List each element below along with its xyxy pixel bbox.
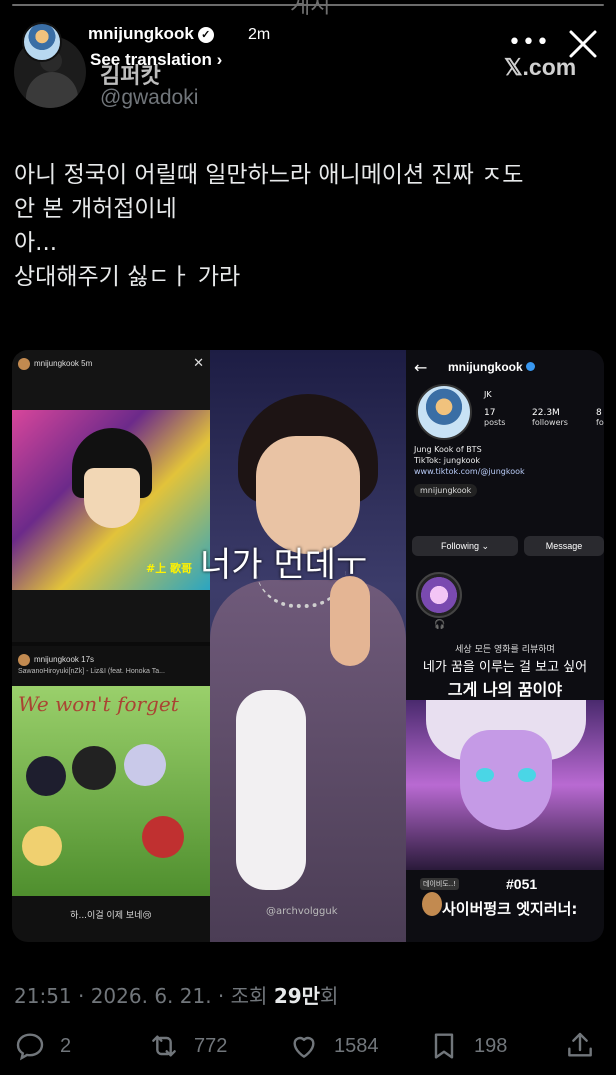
ig-display-name: JK	[484, 390, 492, 399]
story-time: 2m	[248, 26, 271, 43]
ig-avatar	[416, 384, 472, 440]
tweet-views: 29만	[273, 984, 321, 1008]
repost-button[interactable]: 772	[148, 1026, 227, 1066]
ig-bio: Jung Kook of BTS TikTok: jungkook www.ti…	[414, 445, 525, 476]
xcom-watermark: 𝕏.com	[504, 54, 577, 80]
episode-tag: 데이비도..!	[420, 878, 460, 890]
media-overlay-caption: 너가 먼데ㅜ	[200, 545, 368, 585]
headphones-icon: 🎧	[434, 620, 446, 630]
media-story-screenshot-1[interactable]: mnijungkook 5m ✕ #上 歌哥	[12, 350, 210, 642]
tweet-meta: 21:51 · 2026. 6. 21. · 조회 29만회	[14, 980, 338, 1009]
mini-story-header: mnijungkook 17s	[18, 654, 94, 666]
story-username[interactable]: mnijungkook ✓	[88, 24, 214, 44]
chevron-right-icon: ›	[216, 50, 223, 69]
bookmark-count: 198	[474, 1034, 508, 1057]
music-caption: SawanoHiroyuki[nZk] - Liz&I (feat. Honok…	[18, 668, 165, 675]
back-arrow-icon: ←	[414, 358, 428, 377]
image-overlay-text: We won't forget	[18, 692, 179, 716]
episode-title: 사이버펑크 엣지러너:	[442, 900, 578, 918]
see-translation-button[interactable]: See translation ›	[90, 50, 222, 70]
image-tag-text: #上 歌哥	[146, 562, 193, 575]
tweet-media-collage[interactable]: mnijungkook 5m ✕ #上 歌哥 mnijungkook 17s S…	[12, 350, 604, 942]
story-username-text: mnijungkook	[88, 24, 194, 43]
ig-link: www.tiktok.com/@jungkook	[414, 467, 525, 476]
tweet-text-line: 아니 정국이 어릴때 일만하느라 애니메이션 진짜 ㅈ도	[14, 162, 524, 188]
repost-count: 772	[194, 1034, 228, 1057]
like-count: 1584	[334, 1034, 379, 1057]
faded-title: 게시	[290, 0, 331, 19]
ig-username: mnijungkook	[448, 360, 535, 374]
share-icon	[568, 1032, 592, 1057]
story-avatar[interactable]	[22, 22, 62, 62]
episode-number: #051	[506, 876, 538, 892]
tweet-action-bar: 2 772 1584 198	[0, 1026, 616, 1066]
story-caption: 하...이걸 이제 보네😢	[70, 911, 152, 921]
like-button[interactable]: 1584	[288, 1026, 379, 1066]
like-icon	[293, 1036, 315, 1058]
tweet-text-line: 아...	[14, 230, 58, 256]
reply-button[interactable]: 2	[14, 1026, 71, 1066]
see-translation-label: See translation	[90, 50, 212, 69]
tweet-text-line: 상대해주기 싫ㄷㅏ 가라	[14, 264, 241, 290]
ig-highlight	[416, 572, 462, 618]
anime-group-image: We won't forget	[12, 686, 210, 896]
ig-posts-stat: 17 posts	[484, 408, 506, 427]
tweet-views-suffix: 회	[320, 984, 339, 1008]
tweet-text-line: 안 본 개허접이네	[14, 196, 177, 222]
share-button[interactable]	[564, 1026, 610, 1066]
reply-count: 2	[60, 1034, 72, 1057]
anime-character-image: #上 歌哥	[12, 410, 210, 590]
tweet-text: 아니 정국이 어릴때 일만하느라 애니메이션 진짜 ㅈ도 안 본 개허접이네 아…	[14, 158, 604, 294]
tweet-timestamp: 21:51 · 2026. 6. 21. · 조회	[14, 984, 268, 1008]
tweet-author-handle[interactable]: @gwadoki	[100, 86, 198, 110]
subtitle-line-3: 그게 나의 꿈이야	[447, 680, 563, 699]
bookmark-button[interactable]: 198	[428, 1026, 507, 1066]
ig-following-stat: 8 fo	[596, 408, 604, 427]
repost-icon	[152, 1035, 176, 1057]
reply-icon	[16, 1033, 44, 1061]
media-instagram-profile[interactable]: ← mnijungkook JK 17 posts 22.3M followers …	[406, 350, 604, 942]
ig-message-button: Message	[524, 536, 604, 556]
anime-lucy-image	[406, 700, 604, 870]
verified-icon: ✓	[197, 27, 214, 43]
bookmark-icon	[434, 1033, 454, 1059]
media-photo-jungkook[interactable]: @archvolgguk	[210, 350, 406, 942]
subtitle-line-2: 네가 꿈을 이루는 걸 보고 싶어	[422, 660, 588, 675]
ig-followers-stat: 22.3M followers	[532, 408, 568, 427]
ig-following-button: Following ⌄	[412, 536, 518, 556]
episode-avatar	[422, 892, 442, 916]
media-story-screenshot-2[interactable]: mnijungkook 17s SawanoHiroyuki[nZk] - Li…	[12, 646, 210, 942]
verified-icon	[525, 362, 535, 371]
more-icon[interactable]: •••	[508, 30, 550, 55]
mini-story-header: mnijungkook 5m	[18, 358, 92, 370]
ig-threads-badge: mnijungkook	[414, 484, 478, 497]
subtitle-line-1: 세상 모든 영화를 리뷰하며	[455, 645, 555, 655]
close-icon: ✕	[193, 356, 204, 371]
photo-watermark: @archvolgguk	[266, 906, 338, 917]
